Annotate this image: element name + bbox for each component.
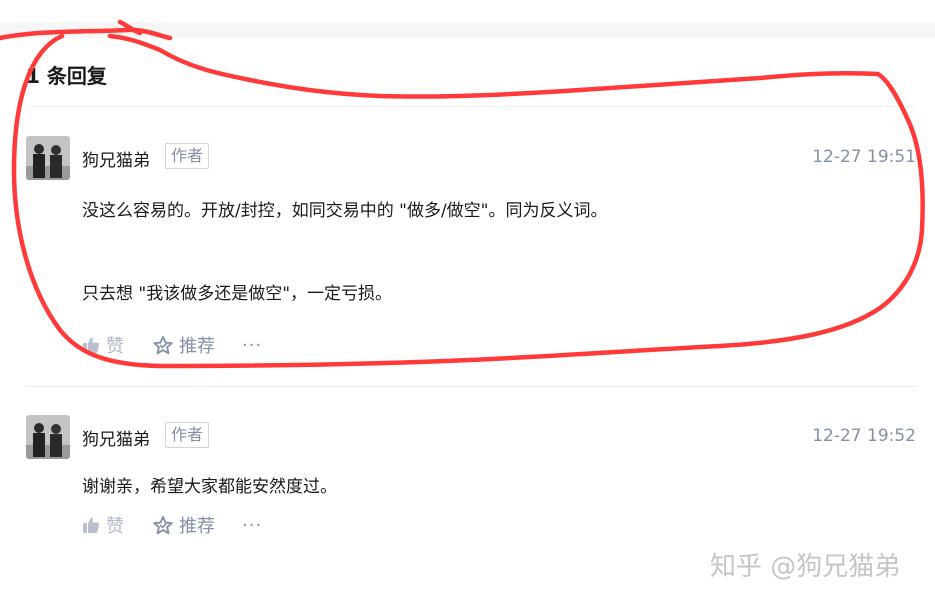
- comment-divider: [26, 386, 916, 387]
- header-divider: [26, 106, 916, 107]
- author-badge: 作者: [165, 143, 210, 169]
- reply-count-title: 1 条回复: [26, 64, 107, 88]
- like-button[interactable]: 赞: [82, 332, 124, 358]
- author-name[interactable]: 狗兄猫弟: [82, 425, 150, 450]
- star-icon: [153, 335, 173, 354]
- author-badge: 作者: [165, 422, 210, 448]
- star-icon: [153, 515, 173, 534]
- recommend-label: 推荐: [179, 336, 215, 357]
- avatar[interactable]: [26, 415, 70, 459]
- recommend-button[interactable]: 推荐: [153, 512, 215, 538]
- comment-actions: 赞 推荐 ···: [82, 333, 262, 357]
- like-button[interactable]: 赞: [82, 512, 124, 538]
- more-button[interactable]: ···: [242, 515, 262, 536]
- thumbs-up-icon: [83, 337, 100, 353]
- recommend-label: 推荐: [179, 516, 215, 537]
- comment-text: 没这么容易的。开放/封控，如同交易中的 "做多/做空"。同为反义词。: [82, 201, 608, 221]
- comment-text: 只去想 "我该做多还是做空"，一定亏损。: [82, 284, 393, 304]
- more-dots-icon: ···: [242, 514, 263, 536]
- like-label: 赞: [106, 336, 124, 357]
- comment-text: 谢谢亲，希望大家都能安然度过。: [82, 477, 337, 497]
- recommend-button[interactable]: 推荐: [153, 332, 215, 358]
- like-label: 赞: [106, 516, 124, 537]
- more-dots-icon: ···: [242, 334, 263, 356]
- comment-actions: 赞 推荐 ···: [82, 513, 262, 537]
- comment-timestamp: 12-27 19:51: [812, 147, 916, 167]
- avatar[interactable]: [26, 136, 70, 180]
- thumbs-up-icon: [83, 517, 100, 533]
- watermark: 知乎 @狗兄猫弟: [710, 552, 901, 582]
- top-strip: [0, 22, 935, 38]
- author-name[interactable]: 狗兄猫弟: [82, 146, 150, 171]
- more-button[interactable]: ···: [242, 335, 262, 356]
- comment-timestamp: 12-27 19:52: [812, 426, 916, 446]
